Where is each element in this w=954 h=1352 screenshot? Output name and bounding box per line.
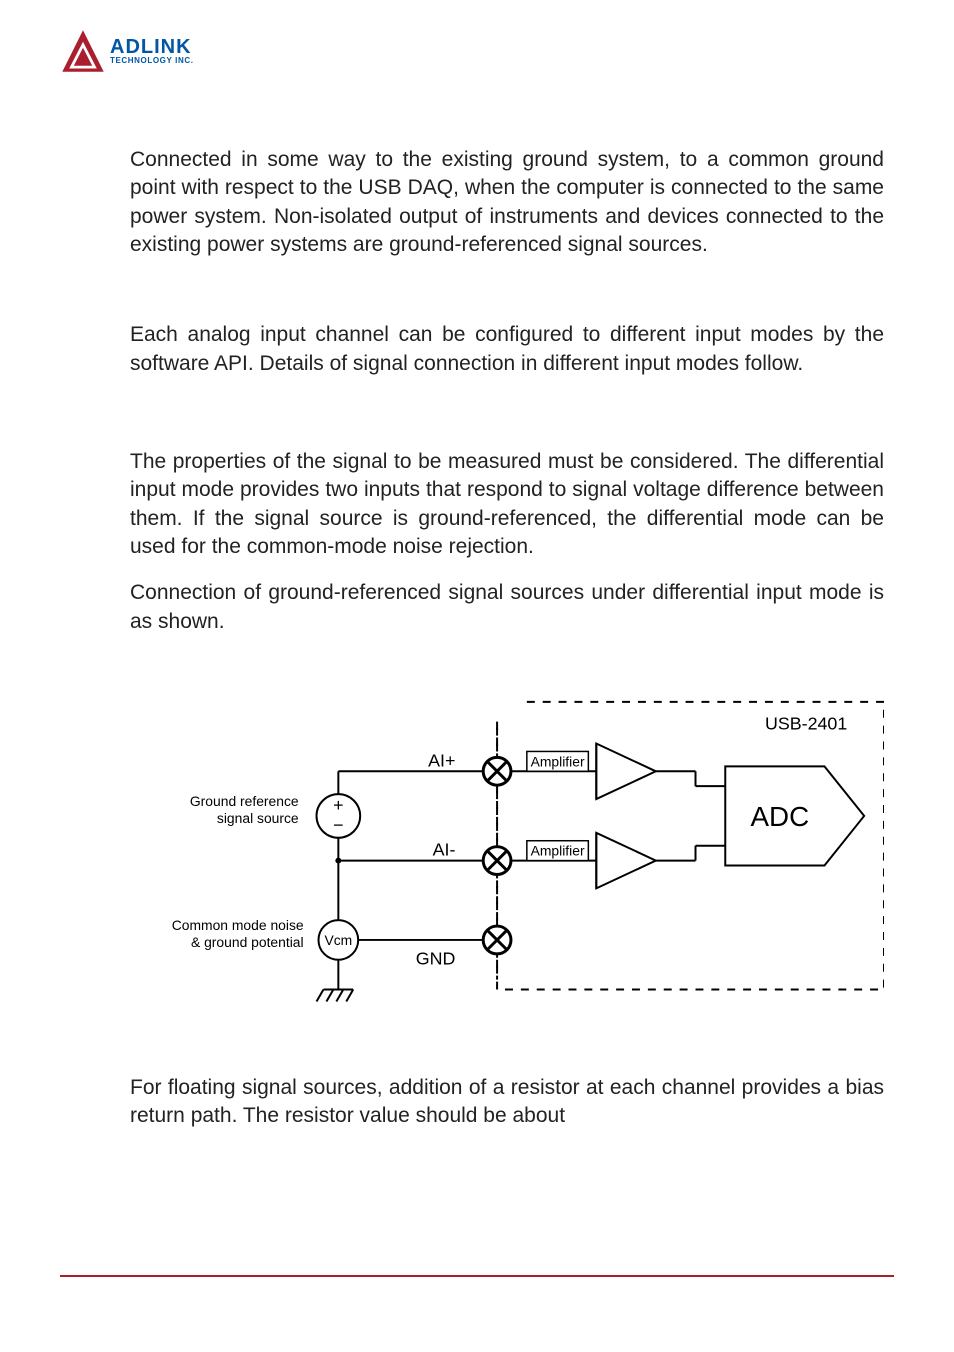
logo: ADLINK TECHNOLOGY INC. [60,28,894,74]
ai-plus-label: AI+ [428,750,455,770]
source-label-1: Ground reference [190,793,299,809]
ai-minus-label: AI- [433,840,456,860]
source-plus: + [333,795,343,815]
noise-label-1: Common mode noise [172,917,304,933]
paragraph-4: Connection of ground-referenced signal s… [130,579,884,636]
source-minus: − [333,815,343,835]
circuit-diagram: .wire { stroke:#000; stroke-width:2; fil… [130,682,884,1028]
adc-label: ADC [751,801,810,832]
logo-brand-line1: ADLINK [110,37,194,57]
amplifier-2-label: Amplifier [531,843,585,859]
amplifier-1-label: Amplifier [531,753,585,769]
paragraph-3: The properties of the signal to be measu… [130,448,884,561]
gnd-label: GND [416,949,456,969]
body-content: Connected in some way to the existing gr… [130,146,884,1130]
paragraph-1: Connected in some way to the existing gr… [130,146,884,259]
device-label: USB-2401 [765,714,847,734]
adlink-logo-icon [60,28,106,74]
noise-label-2: & ground potential [191,934,304,950]
source-label-2: signal source [217,810,299,826]
page-root: ADLINK TECHNOLOGY INC. Connected in some… [0,0,954,1352]
vcm-label: Vcm [324,932,352,948]
logo-brand-line2: TECHNOLOGY INC. [110,57,194,65]
paragraph-5: For floating signal sources, addition of… [130,1074,884,1131]
circuit-svg: .wire { stroke:#000; stroke-width:2; fil… [130,682,884,1019]
footer-divider [60,1275,894,1277]
paragraph-2: Each analog input channel can be configu… [130,321,884,378]
logo-text: ADLINK TECHNOLOGY INC. [110,37,194,65]
